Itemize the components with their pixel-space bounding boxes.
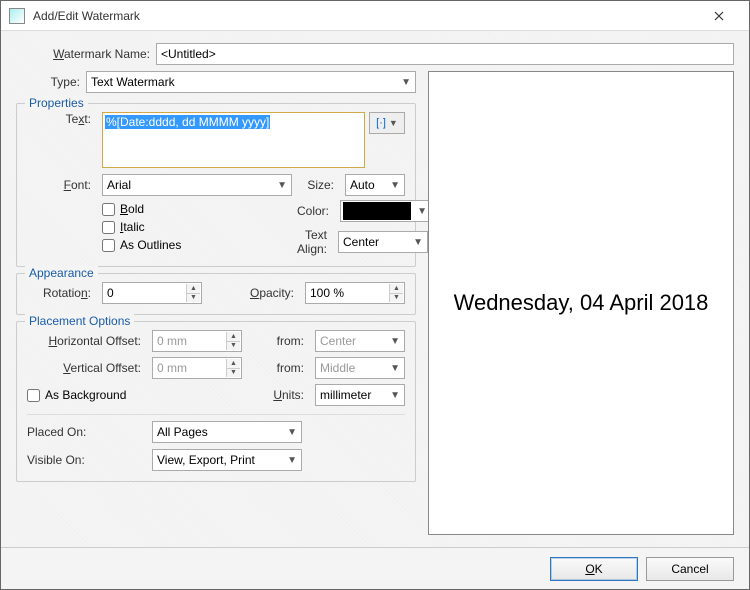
placement-group: Placement Options Horizontal Offset: 0 m… — [16, 321, 416, 482]
rotation-label: Rotation: — [27, 286, 97, 300]
watermark-name-input[interactable] — [156, 43, 734, 65]
rotation-spinner[interactable]: 0 ▲▼ — [102, 282, 202, 304]
type-select[interactable]: Text Watermark ▼ — [86, 71, 416, 93]
watermark-name-row: Watermark Name: — [16, 43, 734, 65]
type-value: Text Watermark — [91, 75, 175, 89]
ok-button[interactable]: OK — [550, 557, 638, 581]
bold-label: Bold — [120, 202, 144, 216]
chevron-down-icon: ▼ — [413, 206, 427, 217]
italic-label: Italic — [120, 220, 145, 234]
text-align-select[interactable]: Center ▼ — [338, 231, 428, 253]
chevron-down-icon: ▼ — [273, 180, 287, 191]
size-value: Auto — [350, 178, 375, 192]
from-v-value: Middle — [320, 361, 355, 375]
from-label: from: — [270, 334, 310, 348]
visible-on-value: View, Export, Print — [157, 453, 255, 467]
color-swatch — [343, 202, 411, 220]
placed-on-value: All Pages — [157, 425, 208, 439]
chevron-down-icon: ▼ — [386, 363, 400, 374]
spin-down-icon[interactable]: ▼ — [186, 294, 200, 303]
placement-title: Placement Options — [25, 314, 134, 328]
preview-text: Wednesday, 04 April 2018 — [454, 290, 709, 316]
voffset-label: Vertical Offset: — [27, 361, 147, 375]
bold-checkbox[interactable]: Bold — [102, 202, 292, 216]
from-h-value: Center — [320, 334, 356, 348]
size-label: Size: — [297, 178, 340, 192]
appearance-title: Appearance — [25, 266, 98, 280]
from-h-select[interactable]: Center ▼ — [315, 330, 405, 352]
button-bar: OK Cancel — [1, 547, 749, 589]
text-align-value: Center — [343, 235, 379, 249]
properties-title: Properties — [25, 96, 88, 110]
italic-checkbox[interactable]: Italic — [102, 220, 292, 234]
outlines-label: As Outlines — [120, 238, 181, 252]
chevron-down-icon: ▼ — [397, 77, 411, 88]
properties-group: Properties Text: %[Date:dddd, dd MMMM yy… — [16, 103, 416, 267]
hoffset-label: Horizontal Offset: — [27, 334, 147, 348]
chevron-down-icon: ▼ — [283, 427, 297, 438]
close-icon — [714, 11, 724, 21]
spin-up-icon[interactable]: ▲ — [389, 284, 403, 294]
titlebar: Add/Edit Watermark — [1, 1, 749, 31]
opacity-label: Opacity: — [230, 286, 300, 300]
spin-down-icon[interactable]: ▼ — [389, 294, 403, 303]
from-v-select[interactable]: Middle ▼ — [315, 357, 405, 379]
type-label: Type: — [16, 75, 86, 89]
font-select[interactable]: Arial ▼ — [102, 174, 292, 196]
units-value: millimeter — [320, 388, 371, 402]
chevron-down-icon: ▼ — [386, 336, 400, 347]
as-background-label: As Background — [45, 388, 126, 402]
units-select[interactable]: millimeter ▼ — [315, 384, 405, 406]
color-select[interactable]: ▼ — [340, 200, 430, 222]
size-select[interactable]: Auto ▼ — [345, 174, 405, 196]
outlines-checkbox[interactable]: As Outlines — [102, 238, 292, 252]
macro-icon: [·] — [376, 117, 386, 129]
visible-on-select[interactable]: View, Export, Print ▼ — [152, 449, 302, 471]
left-column: Type: Text Watermark ▼ Properties Text: … — [16, 71, 416, 535]
close-button[interactable] — [696, 2, 741, 30]
placed-on-label: Placed On: — [27, 425, 147, 439]
chevron-down-icon: ▼ — [409, 237, 423, 248]
text-align-label: Text Align: — [297, 228, 333, 256]
chevron-down-icon: ▼ — [386, 180, 400, 191]
chevron-down-icon: ▼ — [386, 390, 400, 401]
font-value: Arial — [107, 178, 131, 192]
placed-on-select[interactable]: All Pages ▼ — [152, 421, 302, 443]
watermark-name-label: Watermark Name: — [16, 47, 156, 61]
chevron-down-icon: ▼ — [283, 455, 297, 466]
cancel-button[interactable]: Cancel — [646, 557, 734, 581]
color-label: Color: — [297, 204, 335, 218]
chevron-down-icon: ▼ — [389, 118, 398, 128]
content-area: Watermark Name: Type: Text Watermark ▼ P… — [1, 31, 749, 547]
voffset-spinner[interactable]: 0 mm ▲▼ — [152, 357, 242, 379]
hoffset-value: 0 mm — [157, 334, 187, 348]
dialog-window: Add/Edit Watermark Watermark Name: Type:… — [0, 0, 750, 590]
hoffset-spinner[interactable]: 0 mm ▲▼ — [152, 330, 242, 352]
rotation-value: 0 — [107, 286, 114, 300]
appearance-group: Appearance Rotation: 0 ▲▼ Opacity: 100 %… — [16, 273, 416, 315]
text-value: %[Date:dddd, dd MMMM yyyy] — [105, 115, 270, 129]
spin-up-icon[interactable]: ▲ — [186, 284, 200, 294]
opacity-value: 100 % — [310, 286, 344, 300]
units-label: Units: — [270, 388, 310, 402]
macro-button[interactable]: [·] ▼ — [369, 112, 405, 134]
font-label: Font: — [27, 178, 97, 192]
from-label-v: from: — [270, 361, 310, 375]
as-background-checkbox[interactable]: As Background — [27, 388, 126, 402]
window-title: Add/Edit Watermark — [33, 9, 696, 23]
visible-on-label: Visible On: — [27, 453, 147, 467]
opacity-spinner[interactable]: 100 % ▲▼ — [305, 282, 405, 304]
text-label: Text: — [27, 112, 97, 126]
text-input[interactable]: %[Date:dddd, dd MMMM yyyy] — [102, 112, 365, 168]
app-icon — [9, 8, 25, 24]
voffset-value: 0 mm — [157, 361, 187, 375]
preview-pane: Wednesday, 04 April 2018 — [428, 71, 734, 535]
